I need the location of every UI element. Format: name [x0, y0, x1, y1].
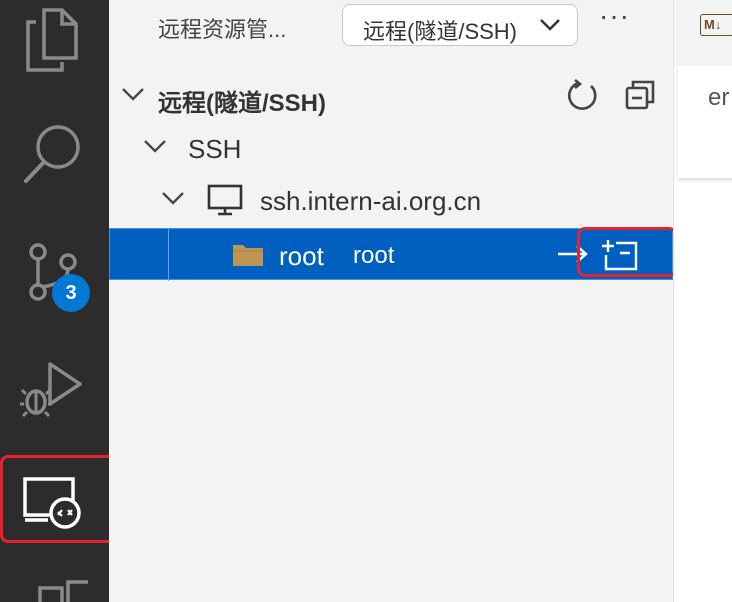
section-header-remote[interactable]: 远程(隧道/SSH) — [109, 70, 673, 122]
editor-area: M↓ er — [673, 0, 732, 602]
tree-item-ssh-host[interactable]: ssh.intern-ai.org.cn — [109, 174, 673, 226]
remote-type-select-value: 远程(隧道/SSH) — [363, 19, 518, 44]
folder-description: root — [353, 242, 395, 269]
host-label: ssh.intern-ai.org.cn — [260, 186, 482, 216]
source-control-badge: 3 — [52, 274, 90, 312]
indent-guide — [168, 229, 169, 281]
monitor-icon — [207, 184, 243, 216]
explorer-icon[interactable] — [0, 0, 109, 100]
folder-name: root — [279, 241, 324, 271]
editor-widget — [678, 66, 732, 178]
tree-item-ssh-group[interactable]: SSH — [109, 122, 673, 174]
chevron-down-icon — [162, 192, 184, 205]
folder-icon — [233, 245, 263, 266]
new-window-highlight — [577, 227, 677, 277]
remote-explorer-sidebar: 远程资源管... 远程(隧道/SSH) ··· 远程(隧道/SSH) SSH s… — [109, 0, 677, 602]
editor-tab-bar: M↓ — [674, 0, 732, 66]
chevron-down-icon — [144, 140, 166, 153]
chevron-down-icon — [540, 19, 560, 31]
extensions-icon[interactable] — [0, 580, 109, 602]
view-title: 远程资源管... — [158, 17, 287, 42]
section-label: 远程(隧道/SSH) — [158, 90, 326, 117]
remote-type-select[interactable]: 远程(隧道/SSH) — [342, 4, 578, 46]
markdown-icon[interactable]: M↓ — [700, 14, 732, 36]
search-icon[interactable] — [0, 115, 109, 215]
ssh-group-label: SSH — [188, 134, 242, 164]
editor-text: er — [708, 84, 730, 111]
activity-bar: 3 — [0, 0, 149, 602]
chevron-down-icon — [122, 88, 144, 101]
refresh-icon[interactable] — [565, 78, 599, 112]
more-actions-button[interactable]: ··· — [599, 0, 630, 32]
run-debug-icon[interactable] — [0, 350, 109, 450]
collapse-all-icon[interactable] — [623, 78, 657, 112]
